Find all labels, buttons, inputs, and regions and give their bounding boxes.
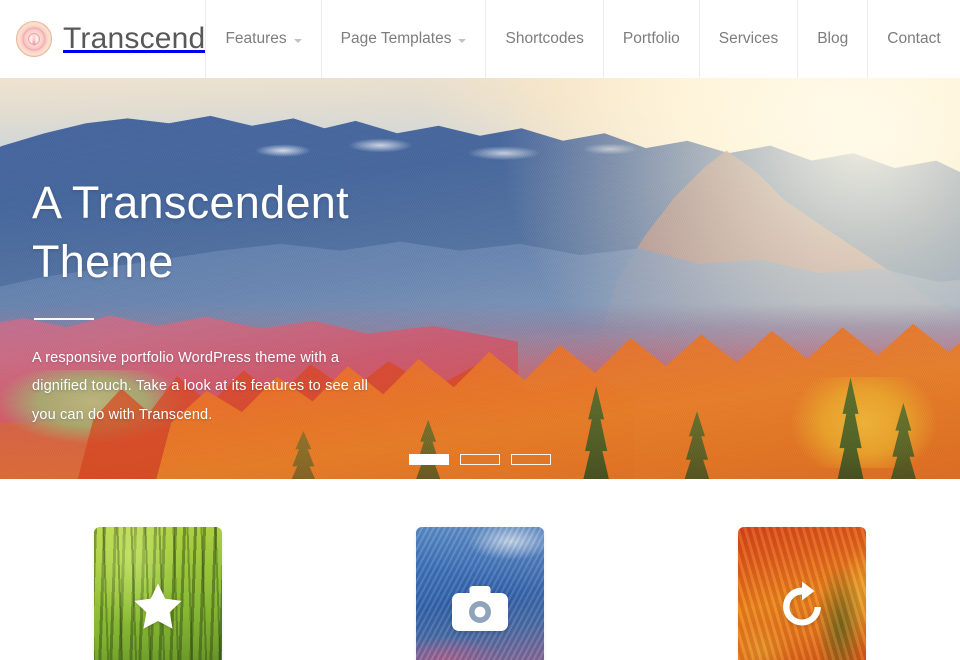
conifer-tree — [889, 402, 918, 479]
camera-icon — [452, 586, 508, 631]
feature-cards-section — [0, 479, 960, 660]
conifer-tree — [682, 411, 712, 479]
feature-card-star[interactable] — [94, 527, 222, 660]
nav-item-portfolio[interactable]: Portfolio — [602, 0, 699, 78]
nav-item-contact[interactable]: Contact — [867, 0, 960, 78]
feature-card-camera[interactable] — [416, 527, 544, 660]
hero-headline: A Transcendent Theme — [32, 174, 432, 291]
feature-card-refresh[interactable] — [738, 527, 866, 660]
refresh-icon — [783, 581, 821, 626]
conifer-tree — [582, 385, 611, 479]
slider-dot-2[interactable] — [460, 454, 500, 465]
page-root: Transcend Features Page Templates Shortc… — [0, 0, 960, 660]
nav-label: Blog — [817, 30, 849, 47]
hero-subtitle: A responsive portfolio WordPress theme w… — [32, 350, 369, 423]
chevron-down-icon — [293, 39, 302, 43]
nav-label: Services — [718, 30, 779, 47]
main-navigation: Features Page Templates Shortcodes Portf… — [205, 0, 960, 78]
site-logo-link[interactable]: Transcend — [0, 0, 205, 78]
logo-core — [32, 32, 36, 46]
nav-item-features[interactable]: Features — [205, 0, 321, 78]
hero-slider[interactable]: A Transcendent Theme A responsive portfo… — [0, 78, 960, 479]
slider-pagination — [0, 454, 960, 465]
nav-item-shortcodes[interactable]: Shortcodes — [485, 0, 603, 78]
hero-caption: A Transcendent Theme A responsive portfo… — [32, 174, 432, 429]
nav-label: Portfolio — [622, 30, 680, 47]
slider-dot-1[interactable] — [409, 454, 449, 465]
feature-cards-row — [0, 527, 960, 660]
site-header: Transcend Features Page Templates Shortc… — [0, 0, 960, 78]
nav-label: Shortcodes — [505, 30, 584, 47]
nav-label: Features — [225, 30, 287, 47]
hero-divider-rule — [34, 318, 94, 320]
nav-item-blog[interactable]: Blog — [797, 0, 868, 78]
star-icon — [134, 583, 182, 629]
nav-label: Page Templates — [340, 30, 452, 47]
nav-label: Contact — [887, 30, 941, 47]
nav-item-page-templates[interactable]: Page Templates — [320, 0, 486, 78]
chevron-down-icon — [458, 39, 467, 43]
concentric-circles-logo-icon — [16, 21, 52, 57]
hero-snowcaps-layer — [230, 122, 672, 175]
slider-dot-3[interactable] — [511, 454, 551, 465]
hero-headline-line-1: A Transcendent — [32, 177, 349, 228]
site-title: Transcend — [63, 22, 206, 55]
nav-item-services[interactable]: Services — [698, 0, 798, 78]
hero-headline-line-2: Theme — [32, 235, 174, 287]
